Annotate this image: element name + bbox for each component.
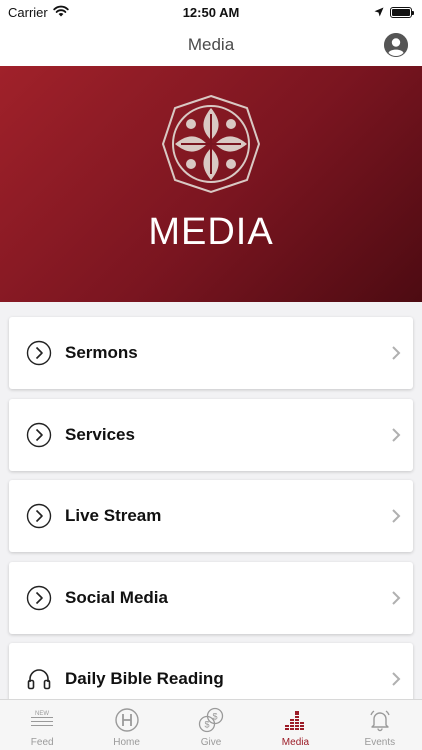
- list-item-services[interactable]: Services: [9, 398, 413, 471]
- page-title: Media: [187, 35, 235, 54]
- nav-bar: Media: [0, 24, 422, 66]
- new-badge-text: NEW: [35, 711, 49, 717]
- headphones-icon: [25, 665, 53, 693]
- location-arrow-icon: [374, 5, 384, 20]
- tab-home[interactable]: Home: [84, 700, 168, 750]
- equalizer-icon: [281, 706, 309, 734]
- church-logo-icon: [161, 94, 261, 199]
- play-circle-icon: [25, 421, 53, 449]
- bell-icon: [366, 706, 394, 734]
- tab-events[interactable]: Events: [338, 700, 422, 750]
- home-badge-icon: [113, 706, 141, 734]
- status-left: Carrier: [8, 5, 69, 20]
- tab-feed[interactable]: NEW Feed: [0, 700, 84, 750]
- battery-icon: [390, 6, 414, 18]
- hero-title: MEDIA: [148, 211, 274, 253]
- newspaper-icon: NEW: [28, 706, 56, 734]
- list-item-label: Sermons: [65, 343, 138, 362]
- list-item-label: Social Media: [65, 587, 168, 607]
- chevron-right-icon: [392, 672, 401, 686]
- wifi-icon: [53, 5, 69, 20]
- tab-label: Events: [364, 737, 396, 748]
- list-item-label: Daily Bible Reading: [65, 669, 224, 688]
- list-item-sermons[interactable]: Sermons: [9, 317, 413, 389]
- media-list: Sermons Services Live Stream Social Medi…: [9, 317, 413, 725]
- tab-label: Feed: [30, 737, 54, 748]
- play-circle-icon: [25, 502, 53, 530]
- list-item-social-media[interactable]: Social Media: [9, 561, 413, 634]
- svg-text:$: $: [213, 712, 218, 722]
- chevron-right-icon: [392, 590, 401, 605]
- chevron-right-icon: [392, 346, 401, 360]
- list-item-live-stream[interactable]: Live Stream: [9, 480, 413, 552]
- tab-media[interactable]: Media: [253, 700, 337, 750]
- chevron-right-icon: [392, 509, 401, 523]
- tab-label: Media: [281, 737, 310, 748]
- hero-banner: MEDIA: [0, 66, 422, 302]
- tab-label: Give: [200, 737, 222, 748]
- list-item-label: Services: [65, 424, 135, 444]
- status-right: [374, 5, 414, 20]
- carrier-label: Carrier: [8, 4, 48, 20]
- user-icon: [384, 33, 408, 57]
- tab-give[interactable]: $ $ Give: [169, 700, 253, 750]
- tab-label: Home: [113, 737, 140, 748]
- list-item-label: Live Stream: [65, 506, 162, 525]
- profile-avatar-button[interactable]: [384, 33, 408, 57]
- chevron-right-icon: [392, 427, 401, 442]
- svg-text:$: $: [205, 720, 210, 730]
- play-circle-icon: [25, 339, 53, 367]
- tab-bar: NEW Feed Home $ $ Give Media Events: [0, 699, 422, 750]
- play-circle-icon: [25, 584, 53, 612]
- status-bar: Carrier 12:50 AM: [0, 0, 422, 24]
- coins-icon: $ $: [197, 706, 225, 734]
